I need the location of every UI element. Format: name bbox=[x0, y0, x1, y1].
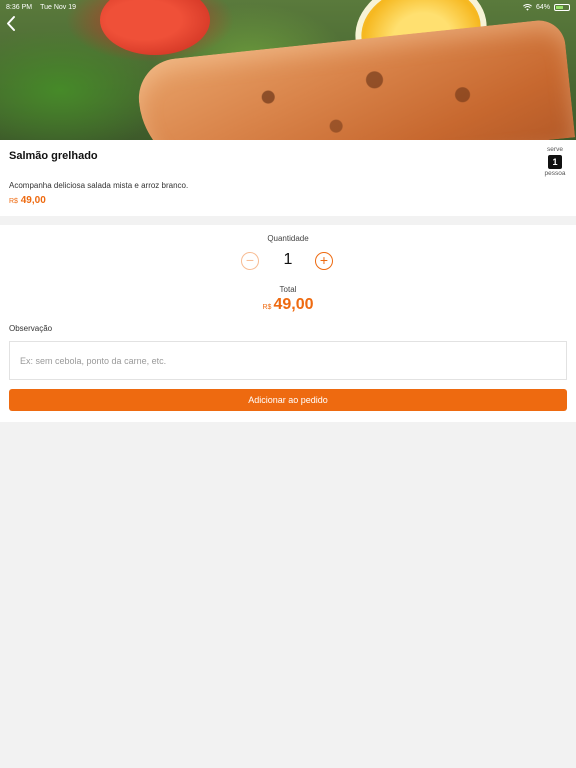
product-description: Acompanha deliciosa salada mista e arroz… bbox=[9, 181, 189, 190]
observation-input[interactable] bbox=[9, 341, 567, 380]
quantity-stepper: − 1 + bbox=[0, 251, 576, 274]
serves-badge: serve 1 pessoa bbox=[542, 146, 568, 178]
back-button[interactable] bbox=[3, 14, 23, 34]
battery-icon bbox=[554, 3, 570, 11]
serves-label-top: serve bbox=[547, 146, 563, 153]
total-value: R$ 49,00 bbox=[0, 296, 576, 314]
add-to-order-button[interactable]: Adicionar ao pedido bbox=[9, 389, 567, 411]
total-currency: R$ bbox=[262, 304, 272, 311]
product-name: Salmão grelhado bbox=[9, 150, 98, 162]
status-date: Tue Nov 19 bbox=[40, 3, 77, 11]
price-currency: R$ bbox=[9, 198, 18, 205]
quantity-value: 1 bbox=[283, 251, 293, 268]
increase-quantity-button[interactable]: + bbox=[315, 252, 333, 270]
total-amount: 49,00 bbox=[273, 296, 314, 313]
wifi-icon bbox=[523, 3, 532, 11]
order-section: Quantidade − 1 + Total R$ 49,00 Observaçã… bbox=[0, 225, 576, 422]
battery-percent: 64% bbox=[535, 3, 550, 11]
status-bar: 8:36 PM Tue Nov 19 64% bbox=[0, 0, 576, 14]
serves-count: 1 bbox=[548, 155, 562, 169]
chevron-left-icon bbox=[7, 16, 15, 31]
quantity-label: Quantidade bbox=[267, 234, 309, 243]
decrease-quantity-button[interactable]: − bbox=[241, 252, 259, 270]
serves-label-bottom: pessoa bbox=[544, 170, 566, 177]
observation-label: Observação bbox=[9, 324, 53, 333]
total-label: Total bbox=[279, 285, 297, 294]
product-price: R$ 49,00 bbox=[9, 195, 46, 206]
status-time: 8:36 PM bbox=[6, 3, 33, 11]
product-image bbox=[0, 0, 576, 140]
product-card: Salmão grelhado serve 1 pessoa Acompanha… bbox=[0, 140, 576, 216]
price-value: 49,00 bbox=[20, 195, 46, 206]
